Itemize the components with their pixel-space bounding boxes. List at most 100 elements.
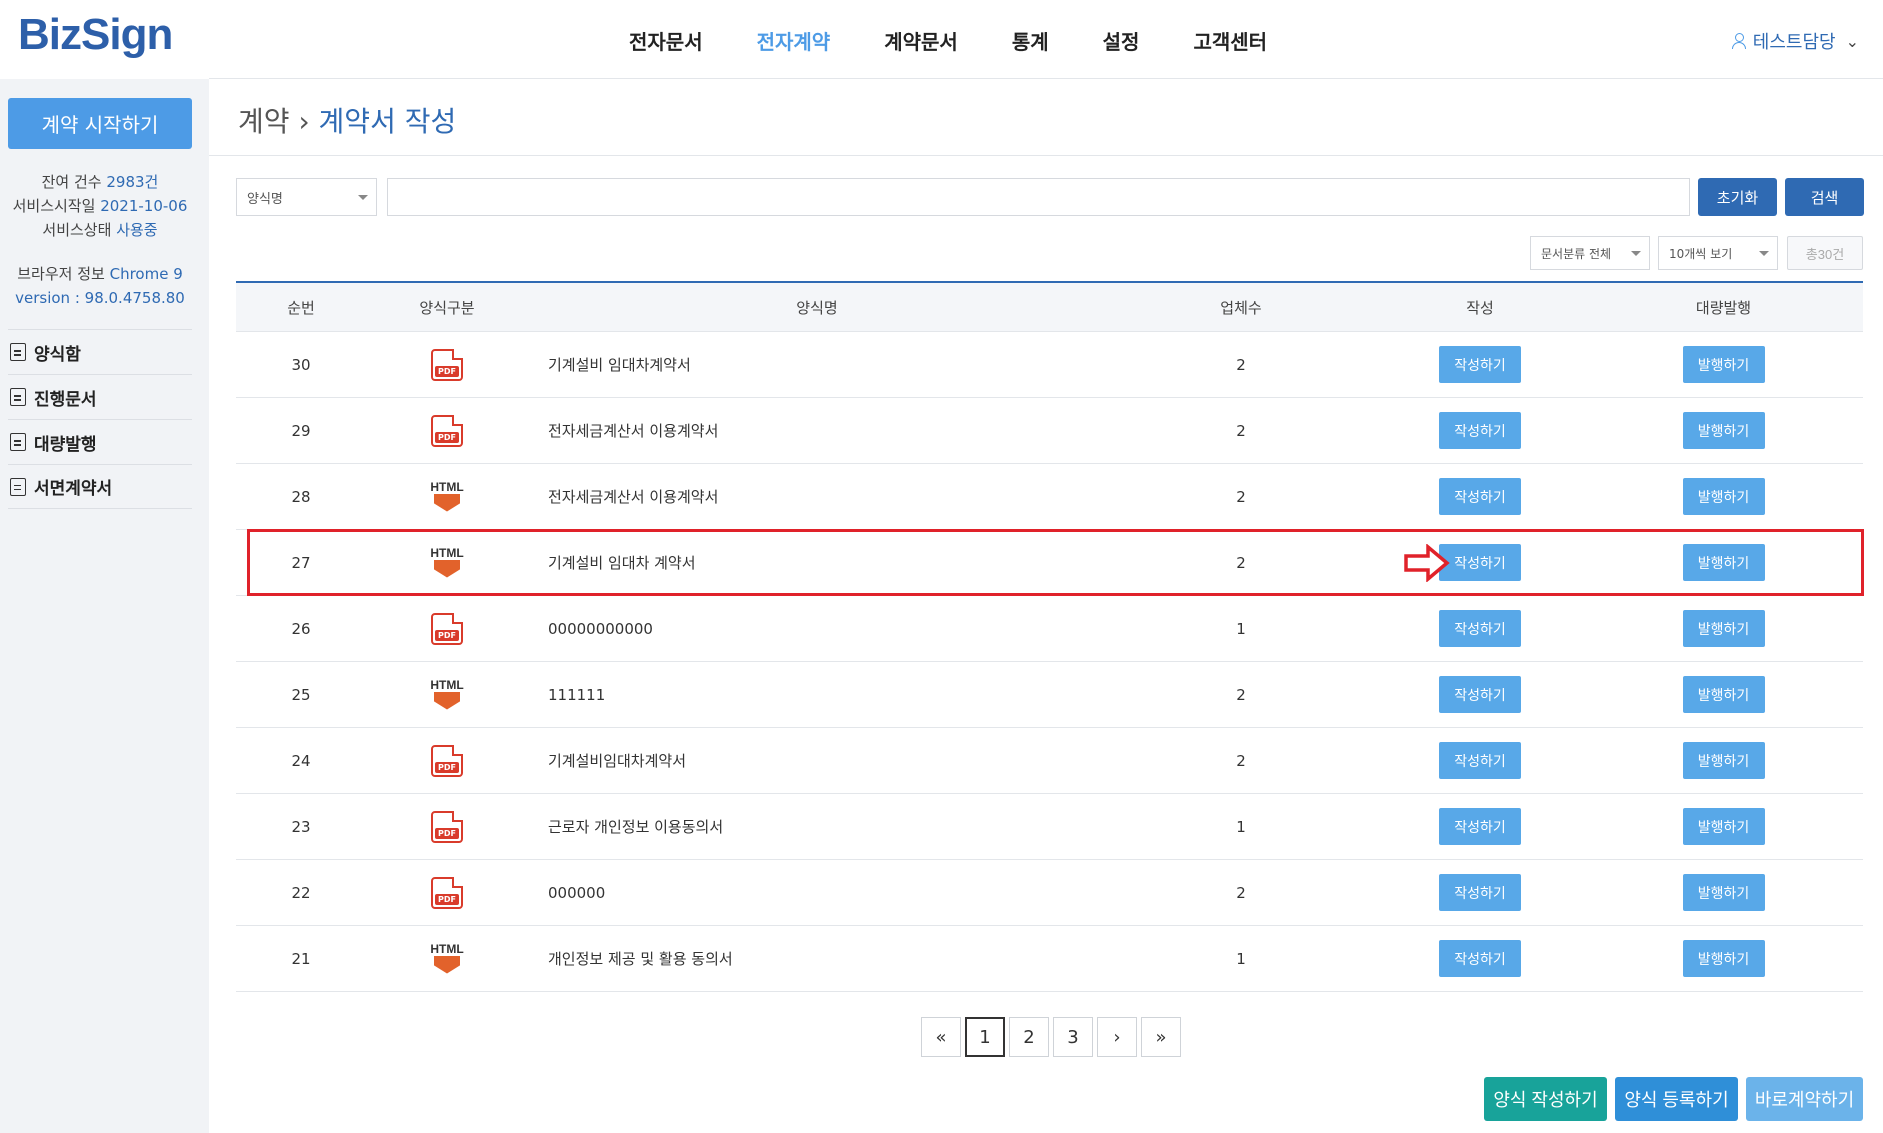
breadcrumb-parent[interactable]: 계약 — [238, 105, 290, 138]
cell-type: PDF — [366, 876, 528, 909]
search-input[interactable] — [387, 178, 1690, 216]
write-form-button[interactable]: 양식 작성하기 — [1484, 1077, 1607, 1121]
table-row: 22 PDF 000000 2 작성하기 발행하기 — [236, 860, 1863, 926]
nav-item-customer-center[interactable]: 고객센터 — [1193, 26, 1267, 55]
table-row: 29 PDF 전자세금계산서 이용계약서 2 작성하기 발행하기 — [236, 398, 1863, 464]
remaining-value: 2983건 — [106, 173, 159, 191]
cell-count: 2 — [1236, 883, 1246, 902]
nav-item-e-document[interactable]: 전자문서 — [629, 26, 703, 55]
category-select-value: 문서분류 전체 — [1541, 246, 1612, 261]
bizsign-logo[interactable]: BizSign — [18, 10, 173, 60]
sidebar: BizSign 계약 시작하기 잔여 건수 2983건 서비스시작일 2021-… — [0, 0, 209, 1133]
side-item-bulk-issue[interactable]: 대량발행 — [8, 419, 192, 464]
page-size-select[interactable]: 10개씩 보기 — [1658, 236, 1778, 270]
issue-button[interactable]: 발행하기 — [1682, 610, 1765, 647]
form-table: 순번 양식구분 양식명 업체수 작성 대량발행 30 PDF 기계설비 임대차계약서… — [236, 281, 1863, 992]
cell-write: 작성하기 — [1376, 346, 1584, 383]
cell-write: 작성하기 — [1376, 874, 1584, 911]
table-row: 28 HTML 전자세금계산서 이용계약서 2 작성하기 발행하기 — [236, 464, 1863, 530]
cell-type: PDF — [366, 612, 528, 645]
cell-no: 28 — [291, 487, 311, 506]
service-status-value: 사용중 — [116, 221, 158, 239]
issue-button[interactable]: 발행하기 — [1682, 808, 1765, 845]
html-tag: HTML — [430, 941, 464, 956]
header-no: 순번 — [287, 298, 315, 317]
page-2-button[interactable]: 2 — [1009, 1017, 1049, 1057]
pdf-tag: PDF — [435, 893, 459, 905]
search-button[interactable]: 검색 — [1785, 178, 1864, 216]
side-item-forms[interactable]: 양식함 — [8, 329, 192, 374]
cell-bulk: 발행하기 — [1584, 808, 1863, 845]
service-status-label: 서비스상태 — [42, 221, 117, 239]
issue-button[interactable]: 발행하기 — [1682, 412, 1765, 449]
register-form-button[interactable]: 양식 등록하기 — [1615, 1077, 1738, 1121]
reset-button[interactable]: 초기화 — [1698, 178, 1777, 216]
write-button[interactable]: 작성하기 — [1439, 676, 1521, 713]
table-header: 순번 양식구분 양식명 업체수 작성 대량발행 — [236, 281, 1863, 332]
issue-button[interactable]: 발행하기 — [1682, 346, 1765, 383]
write-button[interactable]: 작성하기 — [1439, 346, 1521, 383]
nav-item-statistics[interactable]: 통계 — [1012, 26, 1049, 55]
page-3-button[interactable]: 3 — [1053, 1017, 1093, 1057]
document-icon — [10, 477, 26, 496]
caret-down-icon — [1631, 251, 1641, 256]
browser-label: 브라우저 정보 — [17, 265, 110, 283]
cell-count: 1 — [1236, 619, 1246, 638]
issue-button[interactable]: 발행하기 — [1682, 874, 1765, 911]
version-info: version : 98.0.4758.80 — [0, 286, 200, 310]
pdf-tag: PDF — [435, 761, 459, 773]
issue-button[interactable]: 발행하기 — [1682, 742, 1765, 779]
service-start-info: 서비스시작일 2021-10-06 — [0, 194, 200, 218]
side-item-paper-contract[interactable]: 서면계약서 — [8, 464, 192, 509]
write-button[interactable]: 작성하기 — [1439, 610, 1521, 647]
side-menu: 양식함 진행문서 대량발행 서면계약서 — [8, 329, 192, 509]
cell-no: 21 — [291, 949, 311, 968]
cell-write: 작성하기 — [1376, 808, 1584, 845]
issue-button[interactable]: 발행하기 — [1682, 478, 1765, 515]
cell-bulk: 발행하기 — [1584, 742, 1863, 779]
breadcrumb: 계약 › 계약서 작성 — [238, 100, 456, 140]
write-button[interactable]: 작성하기 — [1439, 940, 1521, 977]
start-contract-button[interactable]: 계약 시작하기 — [8, 98, 192, 149]
cell-type: PDF — [366, 414, 528, 447]
table-row: 21 HTML 개인정보 제공 및 활용 동의서 1 작성하기 발행하기 — [236, 926, 1863, 992]
nav-item-e-contract[interactable]: 전자계약 — [757, 26, 831, 55]
side-item-label: 서면계약서 — [34, 479, 113, 499]
page-1-button[interactable]: 1 — [965, 1017, 1005, 1057]
cell-name: 개인정보 제공 및 활용 동의서 — [548, 950, 733, 968]
side-item-label: 양식함 — [34, 344, 81, 365]
cell-type: HTML — [366, 678, 528, 712]
write-button[interactable]: 작성하기 — [1439, 874, 1521, 911]
user-name: 테스트담당 — [1752, 32, 1836, 53]
page-first-button[interactable]: « — [921, 1017, 961, 1057]
html-tag: HTML — [430, 677, 464, 692]
service-start-value: 2021-10-06 — [100, 197, 188, 215]
cell-type: HTML — [366, 480, 528, 514]
caret-down-icon — [1759, 251, 1769, 256]
nav-item-settings[interactable]: 설정 — [1103, 26, 1140, 55]
cell-count: 2 — [1236, 685, 1246, 704]
page-size-select-value: 10개씩 보기 — [1669, 246, 1733, 261]
write-button[interactable]: 작성하기 — [1439, 478, 1521, 515]
issue-button[interactable]: 발행하기 — [1682, 676, 1765, 713]
cell-bulk: 발행하기 — [1584, 478, 1863, 515]
highlight-box — [247, 529, 1864, 596]
write-button[interactable]: 작성하기 — [1439, 412, 1521, 449]
issue-button[interactable]: 발행하기 — [1682, 940, 1765, 977]
user-menu[interactable]: 테스트담당 ⌄ — [1731, 28, 1859, 54]
nav-item-contract-docs[interactable]: 계약문서 — [884, 26, 958, 55]
cell-bulk: 발행하기 — [1584, 676, 1863, 713]
write-button[interactable]: 작성하기 — [1439, 808, 1521, 845]
write-button[interactable]: 작성하기 — [1439, 742, 1521, 779]
pdf-file-icon: PDF — [431, 612, 463, 645]
pdf-file-icon: PDF — [431, 348, 463, 381]
category-select[interactable]: 문서분류 전체 — [1530, 236, 1650, 270]
page-last-button[interactable]: » — [1141, 1017, 1181, 1057]
direct-contract-button[interactable]: 바로계약하기 — [1746, 1077, 1863, 1121]
pdf-file-icon: PDF — [431, 414, 463, 447]
search-field-select[interactable]: 양식명 — [236, 178, 377, 216]
header-divider — [209, 155, 1883, 156]
page-next-button[interactable]: › — [1097, 1017, 1137, 1057]
cell-name: 전자세금계산서 이용계약서 — [548, 422, 719, 440]
side-item-in-progress[interactable]: 진행문서 — [8, 374, 192, 419]
